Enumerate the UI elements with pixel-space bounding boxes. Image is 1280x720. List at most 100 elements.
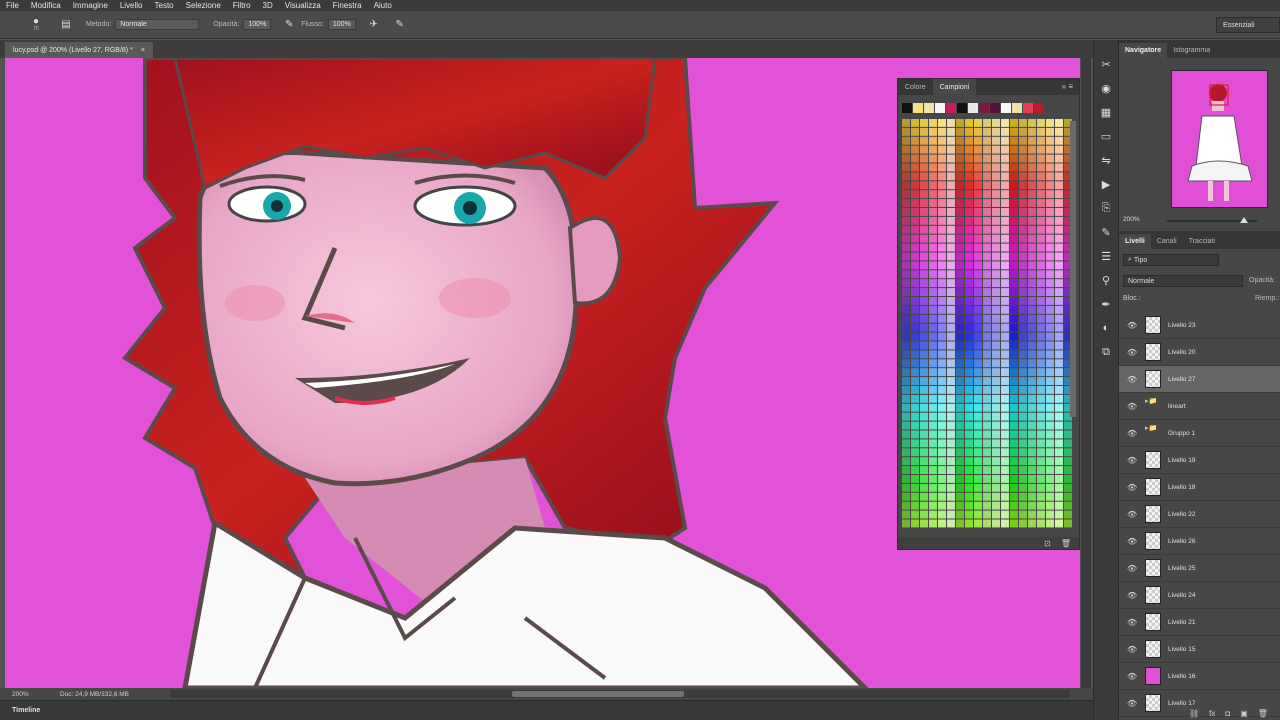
swatch-cell[interactable] xyxy=(911,154,919,163)
menu-livello[interactable]: Livello xyxy=(114,0,149,11)
swatch-cell[interactable] xyxy=(902,475,910,483)
swatch-cell[interactable] xyxy=(974,323,982,332)
swatch-grid[interactable] xyxy=(902,119,1074,529)
swatch-cell[interactable] xyxy=(1046,332,1054,341)
swatch-cell[interactable] xyxy=(965,261,973,270)
swatch-cell[interactable] xyxy=(911,261,919,270)
swatch-cell[interactable] xyxy=(1055,359,1063,368)
swatch-cell[interactable] xyxy=(920,136,928,145)
swatch-cell[interactable] xyxy=(983,163,991,172)
swatch-cell[interactable] xyxy=(911,136,919,145)
swatch-cell[interactable] xyxy=(929,368,937,377)
swatch-cell[interactable] xyxy=(992,127,1000,136)
swatch-cell[interactable] xyxy=(1037,216,1045,225)
swatch-cell[interactable] xyxy=(965,305,973,314)
swatch-cell[interactable] xyxy=(929,377,937,385)
swatch-cell[interactable] xyxy=(956,181,964,190)
swatch-cell[interactable] xyxy=(1019,288,1027,296)
swatch-cell[interactable] xyxy=(1046,483,1054,492)
swatch-cell[interactable] xyxy=(947,332,955,341)
eye-icon[interactable]: 👁 xyxy=(1127,321,1137,330)
swatch-cell[interactable] xyxy=(992,519,1000,528)
swatch-cell[interactable] xyxy=(920,297,928,305)
swatch-cell[interactable] xyxy=(983,394,991,403)
swatch-cell[interactable] xyxy=(1028,119,1036,127)
swatch-cell[interactable] xyxy=(1010,457,1018,466)
swatch-cell[interactable] xyxy=(965,216,973,225)
swatch-cell[interactable] xyxy=(1001,163,1009,172)
swatch-cell[interactable] xyxy=(902,332,910,341)
swatch-cell[interactable] xyxy=(1010,243,1018,252)
swatch-cell[interactable] xyxy=(992,314,1000,323)
swatch-cell[interactable] xyxy=(965,439,973,448)
swatch-cell[interactable] xyxy=(1001,448,1009,457)
swatch-cell[interactable] xyxy=(902,270,910,279)
swatch-cell[interactable] xyxy=(1010,270,1018,279)
swatch-cell[interactable] xyxy=(929,136,937,145)
swatch-cell[interactable] xyxy=(1046,439,1054,448)
swatch-cell[interactable] xyxy=(911,430,919,439)
swatch-cell[interactable] xyxy=(974,225,982,234)
swatch-cell[interactable] xyxy=(1037,261,1045,270)
swatch-cell[interactable] xyxy=(1019,475,1027,483)
swatch-cell[interactable] xyxy=(965,466,973,474)
swatch-cell[interactable] xyxy=(1046,475,1054,483)
swatch-cell[interactable] xyxy=(1001,136,1009,145)
swatch-cell[interactable] xyxy=(956,359,964,368)
swatch-cell[interactable] xyxy=(956,439,964,448)
swatch-cell[interactable] xyxy=(1046,403,1054,412)
swatch-cell[interactable] xyxy=(956,243,964,252)
fx-icon[interactable]: fx xyxy=(1209,709,1215,718)
swatch-cell[interactable] xyxy=(1019,199,1027,207)
eye-icon[interactable]: 👁 xyxy=(1127,483,1137,492)
swatch-cell[interactable] xyxy=(929,519,937,528)
swatch-cell[interactable] xyxy=(911,483,919,492)
swatch-cell[interactable] xyxy=(1046,377,1054,385)
swatch-cell[interactable] xyxy=(974,368,982,377)
airbrush-icon[interactable]: ✈ xyxy=(366,17,382,33)
swatch-cell[interactable] xyxy=(911,279,919,288)
swatch-cell[interactable] xyxy=(1037,421,1045,430)
swatch-cell[interactable] xyxy=(902,234,910,243)
swatch-cell[interactable] xyxy=(1028,190,1036,199)
swatch-cell[interactable] xyxy=(929,483,937,492)
swatch-cell[interactable] xyxy=(938,457,946,466)
swatch-cell[interactable] xyxy=(974,430,982,439)
swatch-cell[interactable] xyxy=(1037,501,1045,510)
swatch-cell[interactable] xyxy=(1001,234,1009,243)
adjust-icon[interactable]: ⇋ xyxy=(1097,150,1115,170)
swatch-cell[interactable] xyxy=(1055,216,1063,225)
swatch-cell[interactable] xyxy=(911,225,919,234)
swatch-cell[interactable] xyxy=(965,475,973,483)
swatch-cell[interactable] xyxy=(902,466,910,474)
swatch-cell[interactable] xyxy=(902,145,910,154)
swatch-cell[interactable] xyxy=(1028,305,1036,314)
layer-row[interactable]: 👁 Livello 18 xyxy=(1119,474,1280,501)
swatch-cell[interactable] xyxy=(911,466,919,474)
swatch-cell[interactable] xyxy=(1046,297,1054,305)
eye-icon[interactable]: 👁 xyxy=(1127,699,1137,708)
swatch-cell[interactable] xyxy=(1055,181,1063,190)
menu-testo[interactable]: Testo xyxy=(149,0,180,11)
swatch-cell[interactable] xyxy=(1037,154,1045,163)
swatch-cell[interactable] xyxy=(938,190,946,199)
swatch-cell[interactable] xyxy=(920,501,928,510)
swatch-cell[interactable] xyxy=(1019,216,1027,225)
swatch-cell[interactable] xyxy=(911,421,919,430)
swatch-cell[interactable] xyxy=(911,234,919,243)
swatch-cell[interactable] xyxy=(947,279,955,288)
swatch-cell[interactable] xyxy=(965,136,973,145)
swatch-cell[interactable] xyxy=(947,519,955,528)
swatch-cell[interactable] xyxy=(1055,119,1063,127)
swatch-cell[interactable] xyxy=(920,154,928,163)
swatch-cell[interactable] xyxy=(920,475,928,483)
swatch-cell[interactable] xyxy=(1010,430,1018,439)
swatch-cell[interactable] xyxy=(911,172,919,181)
recent-swatch[interactable] xyxy=(935,103,945,113)
swatch-cell[interactable] xyxy=(1046,466,1054,474)
swatch-cell[interactable] xyxy=(983,510,991,519)
swatch-cell[interactable] xyxy=(1001,466,1009,474)
swatch-cell[interactable] xyxy=(956,252,964,261)
swatch-cell[interactable] xyxy=(947,305,955,314)
swatch-cell[interactable] xyxy=(947,145,955,154)
